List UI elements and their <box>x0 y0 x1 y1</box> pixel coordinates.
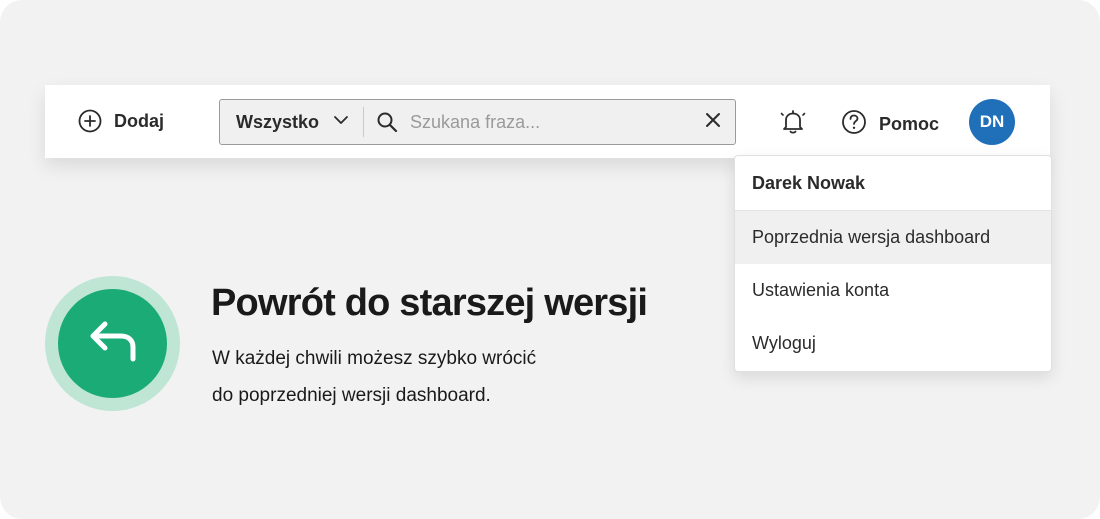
hero-icon-badge <box>58 289 167 398</box>
hero-description: W każdej chwili możesz szybko wrócić do … <box>212 340 536 414</box>
plus-circle-icon <box>78 109 102 133</box>
add-button[interactable]: Dodaj <box>78 109 164 133</box>
notifications-button[interactable] <box>780 109 806 140</box>
search-bar: Wszystko <box>219 99 736 145</box>
help-button[interactable]: Pomoc <box>841 109 939 140</box>
help-circle-icon <box>841 109 867 140</box>
search-icon <box>376 111 398 133</box>
hero-icon-ring <box>45 276 180 411</box>
page-background: Dodaj Wszystko Szukana fraza... Pomoc DN… <box>0 0 1100 519</box>
hero-text-line-1: W każdej chwili możesz szybko wrócić <box>212 348 537 369</box>
search-scope-select[interactable]: Wszystko <box>220 100 363 144</box>
user-menu-name: Darek Nowak <box>735 156 1051 211</box>
user-menu-dropdown: Darek Nowak Poprzednia wersja dashboard … <box>734 155 1052 372</box>
menu-item-previous-version[interactable]: Poprzednia wersja dashboard <box>735 211 1051 264</box>
hero-text-line-2: do poprzedniej wersji dashboard. <box>212 385 491 406</box>
search-divider <box>363 107 365 137</box>
bell-icon <box>780 110 806 139</box>
return-arrow-icon <box>86 319 140 368</box>
help-button-label: Pomoc <box>879 114 940 134</box>
search-input[interactable] <box>408 99 691 145</box>
close-icon <box>705 112 721 133</box>
hero-title: Powrót do starszej wersji <box>211 282 648 324</box>
menu-item-account-settings[interactable]: Ustawienia konta <box>735 264 1051 317</box>
clear-search-button[interactable] <box>691 100 735 144</box>
add-button-label: Dodaj <box>114 110 165 131</box>
top-toolbar: Dodaj Wszystko Szukana fraza... Pomoc DN <box>45 85 1050 158</box>
chevron-down-icon <box>333 112 349 133</box>
avatar[interactable]: DN <box>969 99 1015 145</box>
search-scope-label: Wszystko <box>236 111 320 132</box>
menu-item-logout[interactable]: Wyloguj <box>735 317 1051 370</box>
